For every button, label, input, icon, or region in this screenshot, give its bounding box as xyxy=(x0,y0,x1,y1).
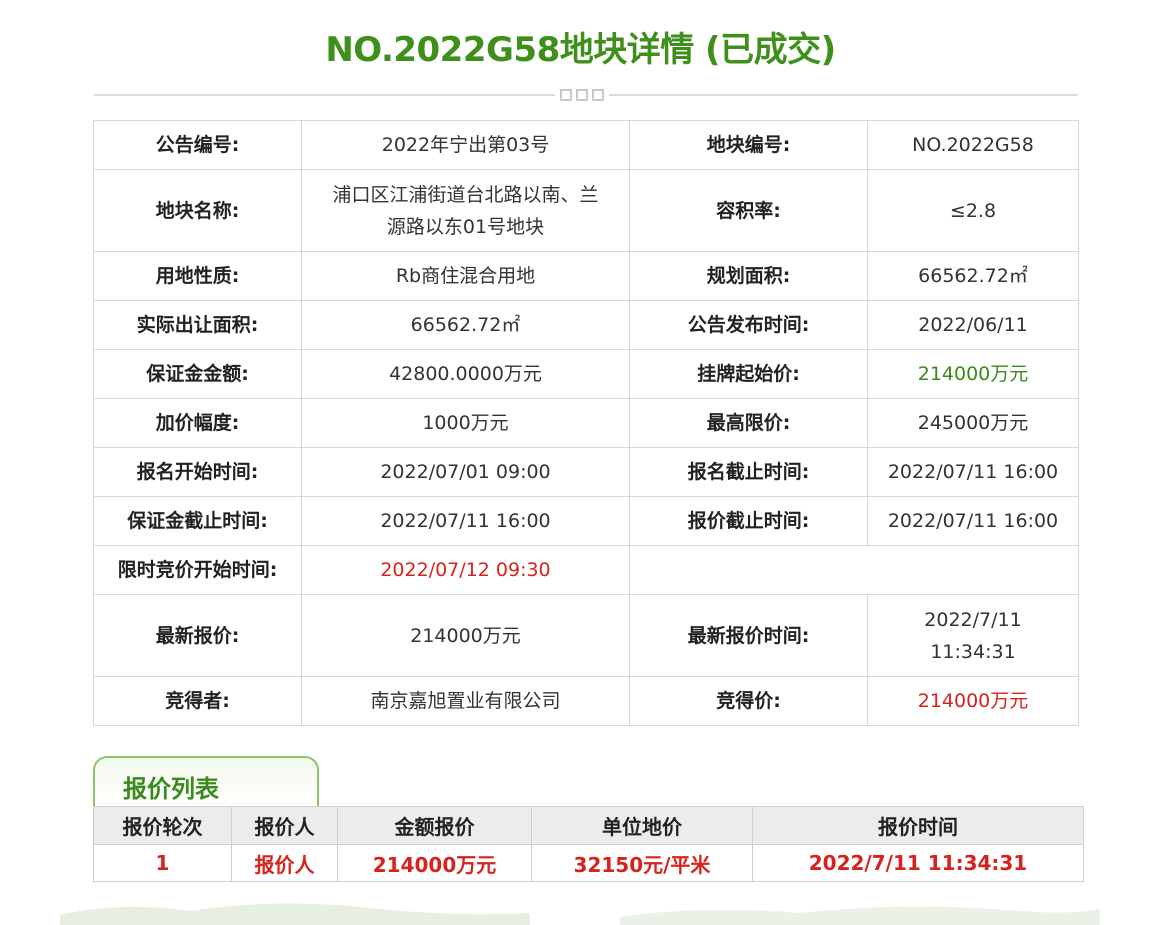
parcel-name-value: 浦口区江浦街道台北路以南、兰 源路以东01号地块 xyxy=(301,169,630,252)
detail-row: 公告编号: 2022年宁出第03号 地块编号: NO.2022G58 xyxy=(93,120,1079,170)
winner-label: 竞得者: xyxy=(93,676,302,726)
bid-list-table: 报价轮次 报价人 金额报价 单位地价 报价时间 1 报价人 214000万元 3… xyxy=(93,806,1084,882)
divider-square-icon xyxy=(592,89,604,101)
table-row: 1 报价人 214000万元 32150元/平米 2022/7/11 11:34… xyxy=(93,844,1084,882)
detail-row: 保证金金额: 42800.0000万元 挂牌起始价: 214000万元 xyxy=(93,349,1079,399)
increment-value: 1000万元 xyxy=(301,398,630,448)
registration-end-value: 2022/07/11 16:00 xyxy=(867,447,1079,497)
detail-row: 加价幅度: 1000万元 最高限价: 245000万元 xyxy=(93,398,1079,448)
publish-date-value: 2022/06/11 xyxy=(867,300,1079,350)
detail-row: 报名开始时间: 2022/07/01 09:00 报名截止时间: 2022/07… xyxy=(93,447,1079,497)
increment-label: 加价幅度: xyxy=(93,398,302,448)
plot-ratio-value: ≤2.8 xyxy=(867,169,1079,252)
deposit-label: 保证金金额: xyxy=(93,349,302,399)
planned-area-label: 规划面积: xyxy=(629,251,868,301)
actual-area-value: 66562.72㎡ xyxy=(301,300,630,350)
page-title: NO.2022G58地块详情 (已成交) xyxy=(325,30,836,70)
latest-bid-time-value: 2022/7/11 11:34:31 xyxy=(867,594,1079,677)
parcel-name-label: 地块名称: xyxy=(93,169,302,252)
latest-bid-time-label: 最新报价时间: xyxy=(629,594,868,677)
starting-price-value: 214000万元 xyxy=(867,349,1079,399)
tab-bid-list[interactable]: 报价列表 xyxy=(93,756,319,806)
announcement-no-label: 公告编号: xyxy=(93,120,302,170)
price-cap-label: 最高限价: xyxy=(629,398,868,448)
bid-unit-price: 32150元/平米 xyxy=(531,844,753,882)
bid-deadline-value: 2022/07/11 16:00 xyxy=(867,496,1079,546)
actual-area-label: 实际出让面积: xyxy=(93,300,302,350)
parcel-no-value: NO.2022G58 xyxy=(867,120,1079,170)
divider-square-icon xyxy=(576,89,588,101)
publish-date-label: 公告发布时间: xyxy=(629,300,868,350)
deposit-value: 42800.0000万元 xyxy=(301,349,630,399)
bid-bidder: 报价人 xyxy=(231,844,338,882)
timed-bidding-start-value: 2022/07/12 09:30 xyxy=(301,545,630,595)
latest-bid-clock: 11:34:31 xyxy=(930,640,1016,663)
divider-ornament xyxy=(555,87,609,103)
detail-row: 实际出让面积: 66562.72㎡ 公告发布时间: 2022/06/11 xyxy=(93,300,1079,350)
announcement-no-value: 2022年宁出第03号 xyxy=(301,120,630,170)
deposit-deadline-value: 2022/07/11 16:00 xyxy=(301,496,630,546)
deposit-deadline-label: 保证金截止时间: xyxy=(93,496,302,546)
land-use-label: 用地性质: xyxy=(93,251,302,301)
parcel-name-line-2: 源路以东01号地块 xyxy=(386,215,545,238)
tab-bid-list-label: 报价列表 xyxy=(123,775,219,803)
parcel-no-label: 地块编号: xyxy=(629,120,868,170)
latest-bid-date: 2022/7/11 xyxy=(924,608,1022,631)
landscape-decoration xyxy=(60,903,1100,925)
bid-deadline-label: 报价截止时间: xyxy=(629,496,868,546)
latest-bid-value: 214000万元 xyxy=(301,594,630,677)
price-cap-value: 245000万元 xyxy=(867,398,1079,448)
detail-row: 限时竞价开始时间: 2022/07/12 09:30 xyxy=(93,545,1079,595)
parcel-detail-table: 公告编号: 2022年宁出第03号 地块编号: NO.2022G58 地块名称:… xyxy=(93,120,1079,726)
latest-bid-label: 最新报价: xyxy=(93,594,302,677)
column-header-unit-price: 单位地价 xyxy=(531,806,753,845)
land-use-value: Rb商住混合用地 xyxy=(301,251,630,301)
detail-row: 竞得者: 南京嘉旭置业有限公司 竞得价: 214000万元 xyxy=(93,676,1079,726)
detail-row: 地块名称: 浦口区江浦街道台北路以南、兰 源路以东01号地块 容积率: ≤2.8 xyxy=(93,169,1079,252)
bid-table-header: 报价轮次 报价人 金额报价 单位地价 报价时间 xyxy=(93,806,1084,845)
column-header-bidder: 报价人 xyxy=(231,806,338,845)
column-header-amount: 金额报价 xyxy=(337,806,532,845)
winner-value: 南京嘉旭置业有限公司 xyxy=(301,676,630,726)
divider-square-icon xyxy=(560,89,572,101)
column-header-bid-time: 报价时间 xyxy=(752,806,1084,845)
registration-start-label: 报名开始时间: xyxy=(93,447,302,497)
registration-end-label: 报名截止时间: xyxy=(629,447,868,497)
plot-ratio-label: 容积率: xyxy=(629,169,868,252)
planned-area-value: 66562.72㎡ xyxy=(867,251,1079,301)
empty-cell xyxy=(629,545,1079,595)
timed-bidding-start-label: 限时竞价开始时间: xyxy=(93,545,302,595)
starting-price-label: 挂牌起始价: xyxy=(629,349,868,399)
parcel-name-line-1: 浦口区江浦街道台北路以南、兰 xyxy=(332,183,599,206)
bid-time: 2022/7/11 11:34:31 xyxy=(752,844,1084,882)
bid-round: 1 xyxy=(93,844,232,882)
winning-price-value: 214000万元 xyxy=(867,676,1079,726)
winning-price-label: 竞得价: xyxy=(629,676,868,726)
column-header-round: 报价轮次 xyxy=(93,806,232,845)
bid-amount: 214000万元 xyxy=(337,844,532,882)
detail-row: 最新报价: 214000万元 最新报价时间: 2022/7/11 11:34:3… xyxy=(93,594,1079,677)
registration-start-value: 2022/07/01 09:00 xyxy=(301,447,630,497)
detail-row: 用地性质: Rb商住混合用地 规划面积: 66562.72㎡ xyxy=(93,251,1079,301)
detail-row: 保证金截止时间: 2022/07/11 16:00 报价截止时间: 2022/0… xyxy=(93,496,1079,546)
